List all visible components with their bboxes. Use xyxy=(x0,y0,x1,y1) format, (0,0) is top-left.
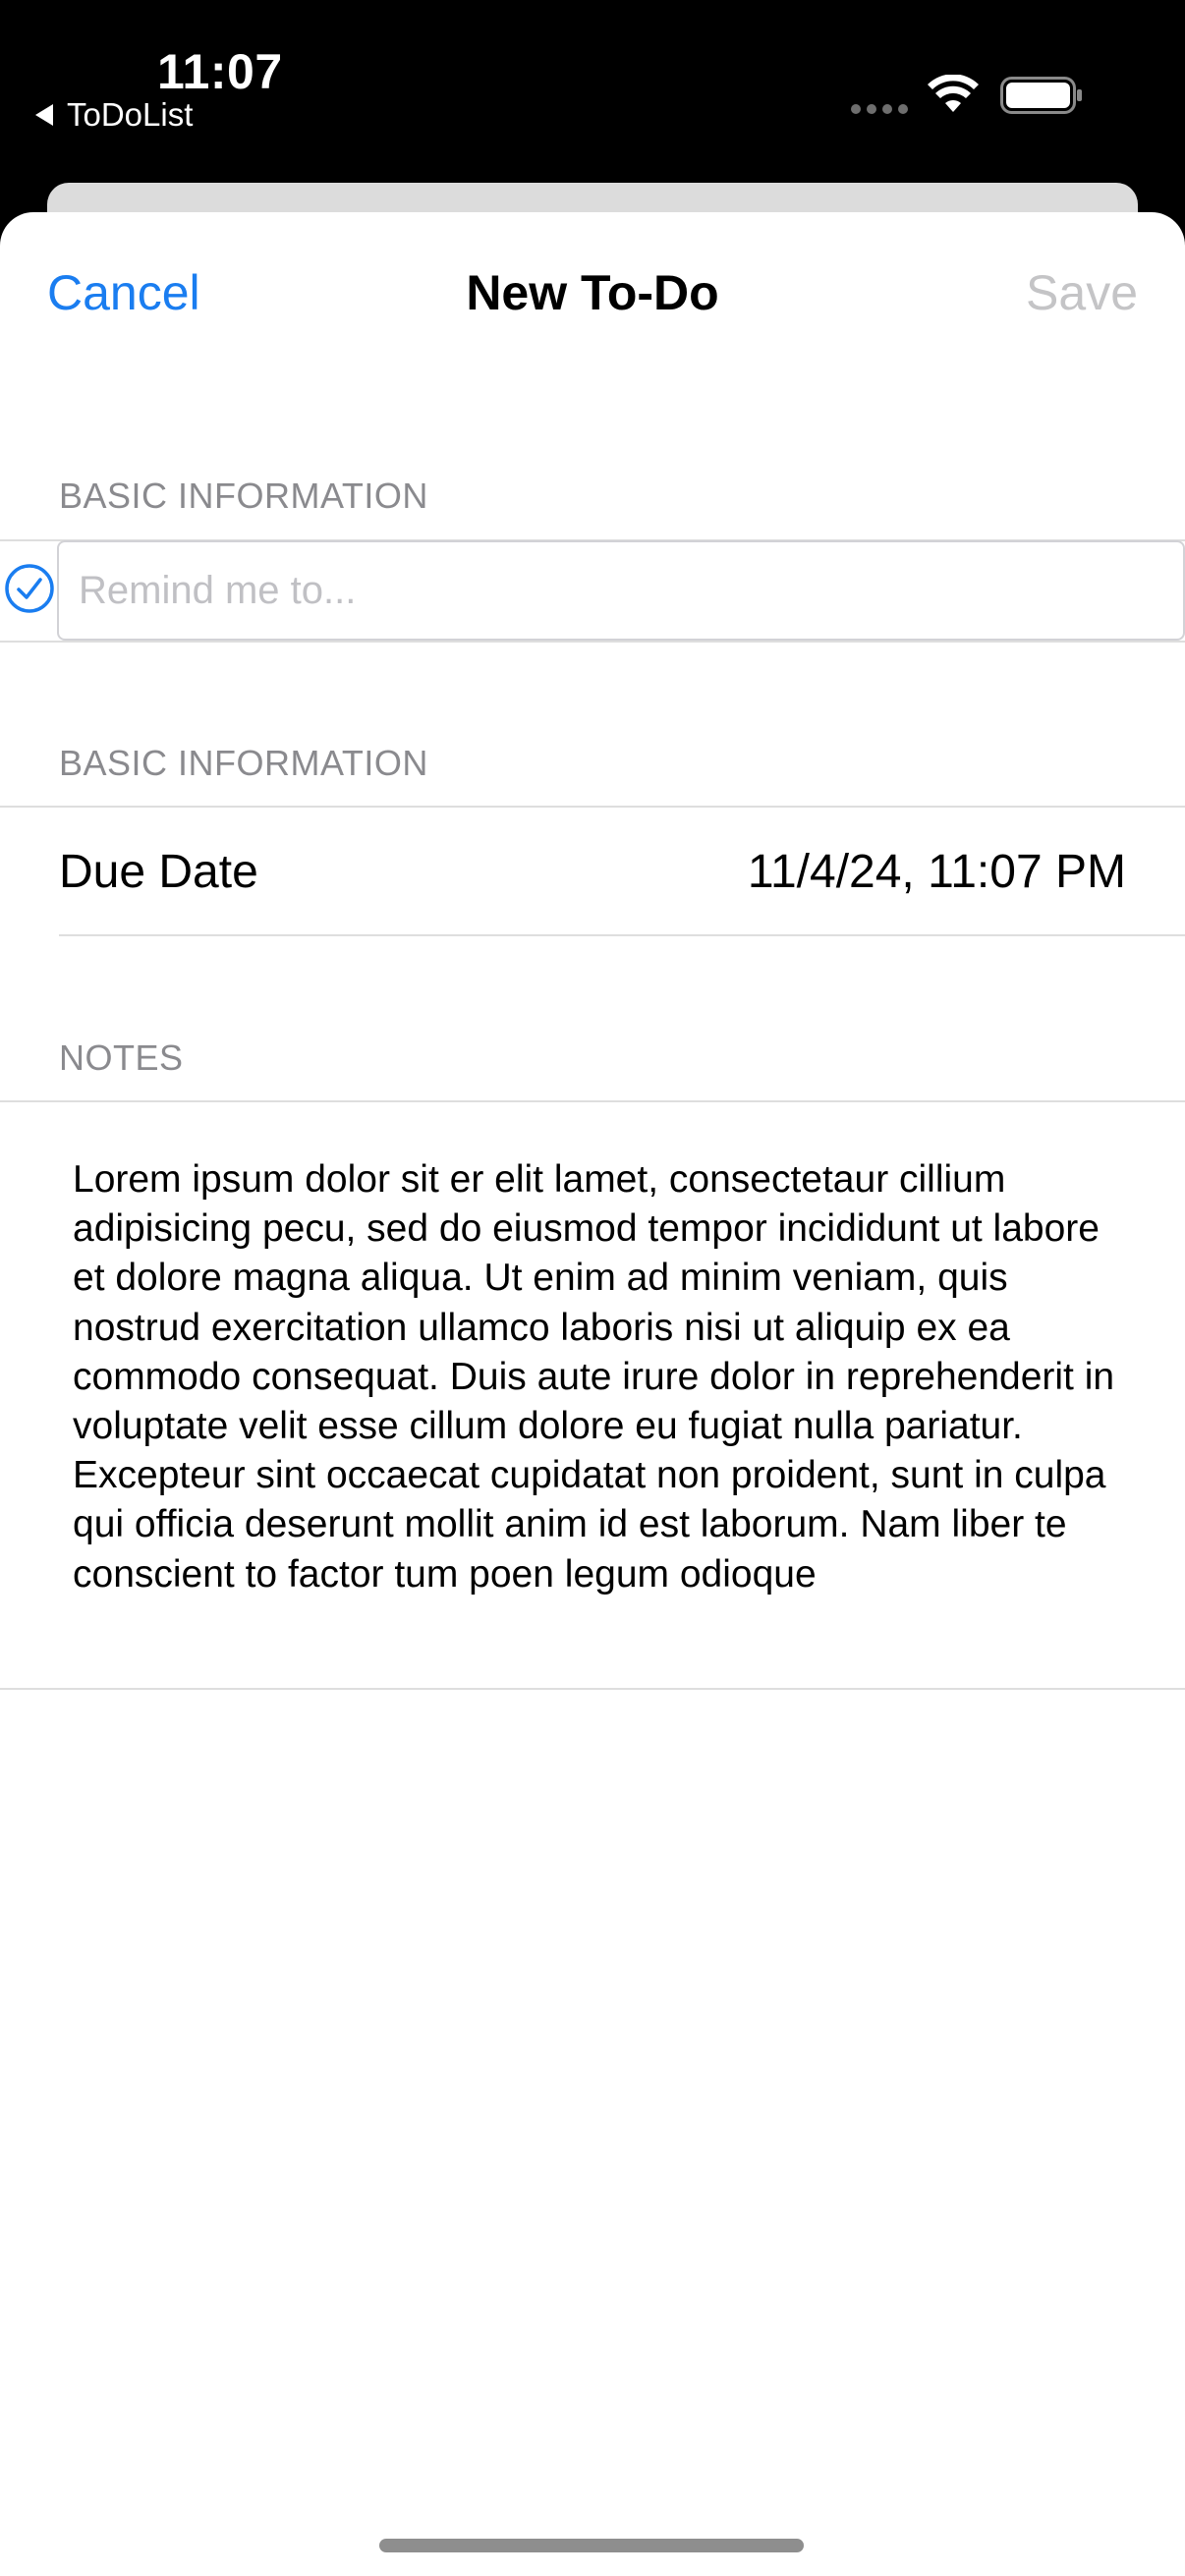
cellular-dots-icon xyxy=(851,104,908,114)
due-date-row[interactable]: Due Date 11/4/24, 11:07 PM xyxy=(0,806,1185,935)
section-header-basic-information: BASIC INFORMATION xyxy=(59,476,428,516)
home-indicator[interactable] xyxy=(379,2539,804,2552)
divider xyxy=(0,1688,1185,1690)
divider xyxy=(59,934,1185,936)
page-title: New To-Do xyxy=(466,265,719,320)
status-time: 11:07 xyxy=(157,44,283,99)
checkmark-circle-icon[interactable] xyxy=(4,563,55,614)
divider xyxy=(0,641,1185,643)
back-triangle-icon xyxy=(35,104,53,126)
save-button[interactable]: Save xyxy=(1026,263,1138,322)
reminder-input[interactable] xyxy=(57,540,1185,641)
back-to-app-link[interactable]: ToDoList xyxy=(35,96,193,134)
wifi-icon xyxy=(928,75,979,112)
notes-textarea[interactable]: Lorem ipsum dolor sit er elit lamet, con… xyxy=(73,1155,1134,1599)
divider xyxy=(0,1100,1185,1102)
section-header-notes: NOTES xyxy=(59,1037,184,1078)
battery-icon xyxy=(1000,77,1082,114)
back-app-label: ToDoList xyxy=(67,96,194,133)
section-header-basic-information-2: BASIC INFORMATION xyxy=(59,743,428,783)
due-date-value[interactable]: 11/4/24, 11:07 PM xyxy=(748,845,1126,899)
due-date-label: Due Date xyxy=(59,846,258,898)
